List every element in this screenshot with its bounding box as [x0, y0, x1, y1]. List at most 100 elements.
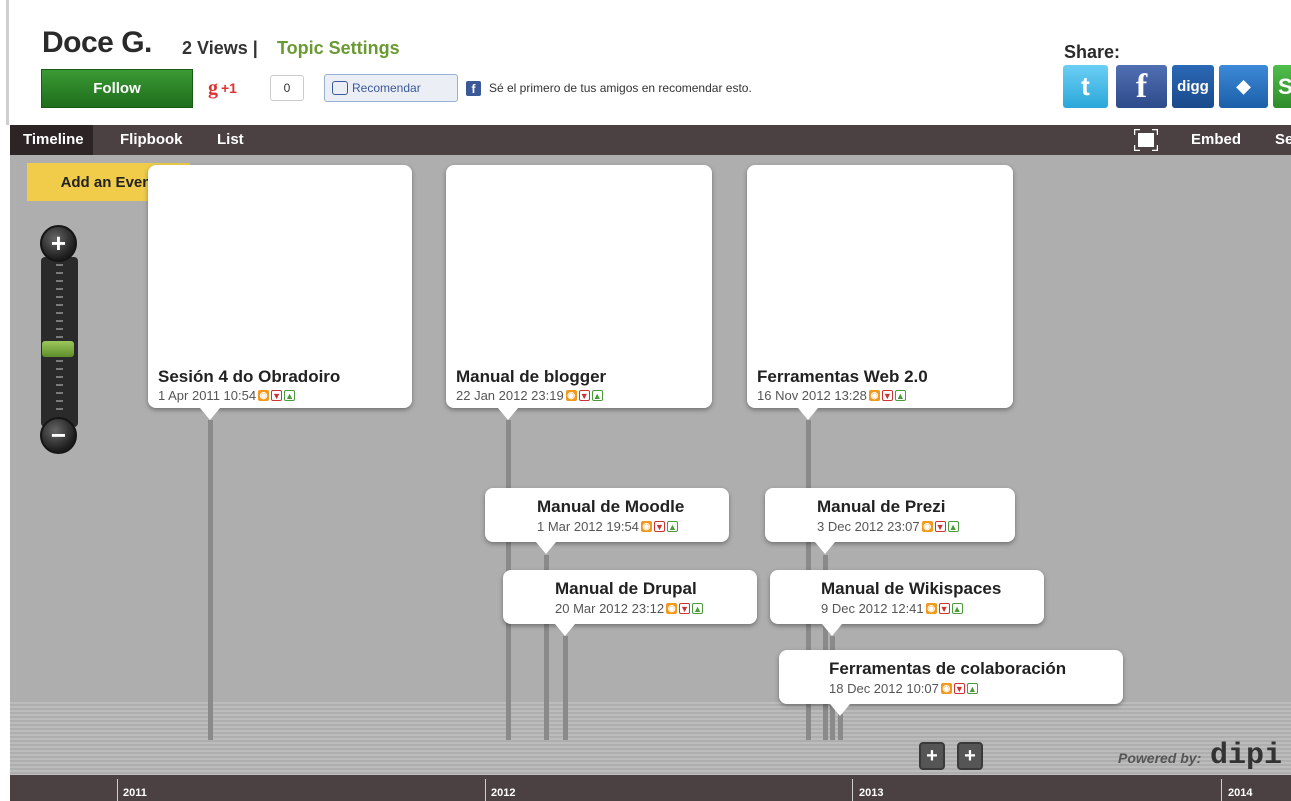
event-date-text: 3 Dec 2012 23:07 [817, 519, 920, 534]
rss-icon[interactable]: ◉ [925, 603, 937, 614]
event-pointer [498, 408, 518, 420]
event-date: 9 Dec 2012 12:41 ◉ ▼ ▲ [821, 601, 963, 616]
thumbs-up-icon[interactable]: ▲ [692, 603, 704, 614]
rss-icon[interactable]: ◉ [921, 521, 933, 532]
event-date: 3 Dec 2012 23:07 ◉ ▼ ▲ [817, 519, 959, 534]
event-pointer [830, 704, 850, 716]
zoom-slider-handle[interactable] [42, 341, 74, 357]
zoom-in-button[interactable]: + [40, 225, 77, 262]
event-pointer [536, 542, 556, 554]
thumbs-up-icon[interactable]: ▲ [284, 390, 296, 401]
thumbs-up-icon [332, 81, 348, 95]
thumbs-up-icon[interactable]: ▲ [666, 521, 678, 532]
embed-link[interactable]: Embed [1191, 125, 1241, 155]
thumbs-down-icon[interactable]: ▼ [271, 390, 283, 401]
event-title: Sesión 4 do Obradoiro [158, 367, 341, 386]
dipity-logo[interactable]: dipi [1210, 739, 1282, 773]
event-date: 20 Mar 2012 23:12 ◉ ▼ ▲ [555, 601, 704, 616]
thumbs-down-icon[interactable]: ▼ [934, 521, 946, 532]
settings-link[interactable]: Se [1275, 125, 1291, 155]
axis-year-label: 2011 [123, 787, 147, 799]
axis-tick [852, 779, 853, 801]
recommend-label: Recomendar [352, 81, 421, 95]
event-card[interactable]: Ferramentas de colaboración 18 Dec 2012 … [779, 650, 1123, 704]
rss-icon[interactable]: ◉ [258, 390, 270, 401]
stumbleupon-share-button[interactable]: S [1273, 65, 1291, 108]
thumbs-up-icon[interactable]: ▲ [947, 521, 959, 532]
rss-icon[interactable]: ◉ [666, 603, 678, 614]
event-title: Manual de blogger [456, 367, 607, 386]
twitter-share-button[interactable]: t [1063, 65, 1108, 108]
plus-icon: + [926, 744, 938, 767]
views-count: 2 Views | [182, 38, 258, 58]
follow-button[interactable]: Follow [41, 69, 193, 108]
axis-tick [117, 779, 118, 801]
event-card[interactable]: Sesión 4 do Obradoiro 1 Apr 2011 10:54 ◉… [148, 165, 412, 408]
event-pointer [798, 408, 818, 420]
thumbs-down-icon[interactable]: ▼ [953, 683, 965, 694]
thumbs-down-icon[interactable]: ▼ [881, 390, 893, 401]
axis-year-label: 2013 [859, 787, 884, 799]
digg-icon: digg [1177, 78, 1209, 95]
event-pointer [555, 624, 575, 636]
event-date-text: 16 Nov 2012 13:28 [757, 388, 867, 403]
event-date-text: 18 Dec 2012 10:07 [829, 681, 939, 696]
scroll-right-button[interactable]: + [957, 742, 983, 770]
thumbs-down-icon[interactable]: ▼ [938, 603, 950, 614]
twitter-icon: t [1081, 71, 1090, 101]
recommend-button[interactable]: Recomendar [324, 74, 458, 102]
event-card[interactable]: Manual de Wikispaces 9 Dec 2012 12:41 ◉ ▼… [770, 570, 1044, 624]
rss-icon[interactable]: ◉ [640, 521, 652, 532]
timeline-baseline-stripes [10, 700, 1291, 775]
tab-flipbook[interactable]: Flipbook [120, 125, 183, 155]
timeline-axis[interactable] [10, 775, 1291, 801]
zoom-out-button[interactable]: − [40, 417, 77, 454]
event-card[interactable]: Manual de Drupal 20 Mar 2012 23:12 ◉ ▼ ▲ [503, 570, 757, 624]
thumbs-down-icon[interactable]: ▼ [679, 603, 691, 614]
event-pointer [815, 542, 835, 554]
page-left-border [6, 0, 9, 125]
google-plus-one-button[interactable]: g +1 [208, 74, 268, 102]
event-card[interactable]: Ferramentas Web 2.0 16 Nov 2012 13:28 ◉ ▼… [747, 165, 1013, 408]
facebook-share-button[interactable]: f [1116, 65, 1167, 108]
tab-timeline[interactable]: Timeline [10, 125, 93, 155]
tab-list[interactable]: List [217, 125, 244, 155]
event-title: Ferramentas de colaboración [829, 659, 1067, 678]
event-title: Manual de Prezi [817, 497, 946, 516]
myspace-icon: ◆ [1236, 76, 1251, 96]
event-date-text: 1 Mar 2012 19:54 [537, 519, 639, 534]
event-pointer [822, 624, 842, 636]
event-date: 18 Dec 2012 10:07 ◉ ▼ ▲ [829, 681, 978, 696]
digg-share-button[interactable]: digg [1172, 65, 1214, 108]
event-title: Manual de Wikispaces [821, 579, 1002, 598]
rss-icon[interactable]: ◉ [940, 683, 952, 694]
event-date-text: 9 Dec 2012 12:41 [821, 601, 924, 616]
powered-by-label: Powered by: [1118, 750, 1202, 766]
event-stem [563, 636, 568, 740]
myspace-share-button[interactable]: ◆ [1219, 65, 1268, 108]
thumbs-up-icon[interactable]: ▲ [966, 683, 978, 694]
fullscreen-icon[interactable] [1134, 129, 1158, 151]
thumbs-up-icon[interactable]: ▲ [591, 390, 603, 401]
axis-tick [485, 779, 486, 801]
topic-settings-link[interactable]: Topic Settings [277, 38, 400, 59]
event-date: 16 Nov 2012 13:28 ◉ ▼ ▲ [757, 388, 906, 403]
thumbs-up-icon[interactable]: ▲ [894, 390, 906, 401]
event-date-text: 1 Apr 2011 10:54 [158, 388, 257, 403]
scroll-left-button[interactable]: + [919, 742, 945, 770]
thumbs-down-icon[interactable]: ▼ [578, 390, 590, 401]
thumbs-up-icon[interactable]: ▲ [951, 603, 963, 614]
axis-tick [1221, 779, 1222, 801]
rss-icon[interactable]: ◉ [565, 390, 577, 401]
plus-icon: + [964, 744, 976, 767]
event-card[interactable]: Manual de Moodle 1 Mar 2012 19:54 ◉ ▼ ▲ [485, 488, 729, 542]
event-date-text: 20 Mar 2012 23:12 [555, 601, 665, 616]
axis-year-label: 2012 [491, 787, 516, 799]
rss-icon[interactable]: ◉ [868, 390, 880, 401]
event-title: Ferramentas Web 2.0 [757, 367, 928, 386]
thumbs-down-icon[interactable]: ▼ [653, 521, 665, 532]
event-card[interactable]: Manual de Prezi 3 Dec 2012 23:07 ◉ ▼ ▲ [765, 488, 1015, 542]
event-card[interactable]: Manual de blogger 22 Jan 2012 23:19 ◉ ▼ ▲ [446, 165, 712, 408]
plus-one-label: +1 [221, 80, 237, 96]
axis-year-label: 2014 [1228, 787, 1253, 799]
